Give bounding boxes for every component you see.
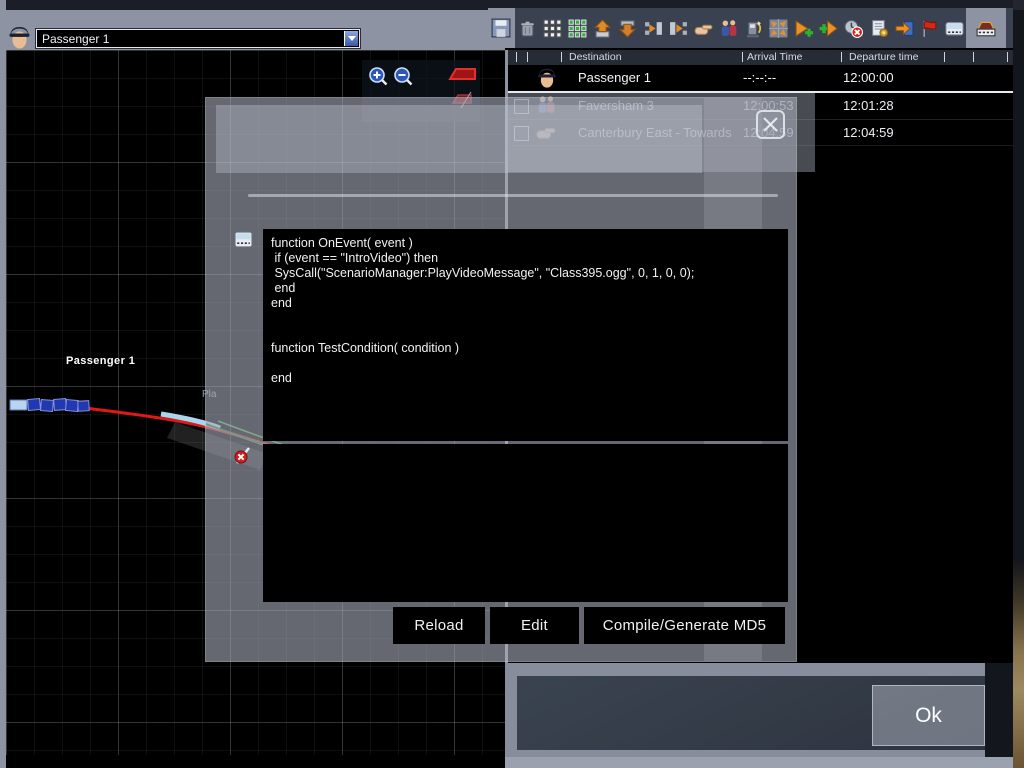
zoom-out-button[interactable] [393, 66, 414, 87]
row-destination: Passenger 1 [578, 70, 651, 85]
shift-right-icon[interactable] [644, 19, 663, 38]
col-destination: Destination [569, 51, 622, 63]
ok-button[interactable]: Ok [872, 685, 985, 746]
map-train-label: Passenger 1 [66, 355, 135, 367]
import-icon[interactable] [593, 19, 612, 38]
save-tool-tile[interactable] [488, 8, 515, 48]
delete-icon[interactable] [518, 19, 537, 38]
script-properties-icon[interactable] [870, 19, 889, 38]
compile-error-icon [233, 446, 253, 466]
add-driver-icon[interactable] [794, 19, 813, 38]
toolbar-icons [518, 8, 964, 48]
row-departure: 12:01:28 [843, 98, 894, 113]
edit-button[interactable]: Edit [490, 607, 579, 644]
script-dialog: function OnEvent( event ) if (event == "… [205, 97, 797, 662]
driver-select[interactable]: Passenger 1 [36, 29, 360, 48]
driver-select-value: Passenger 1 [37, 32, 344, 46]
green-grid-icon[interactable] [568, 19, 587, 38]
script-source-icon [234, 231, 253, 248]
col-arrival: Arrival Time [747, 51, 802, 63]
dialog-header-panel [216, 105, 702, 173]
compile-button[interactable]: Compile/Generate MD5 [584, 607, 785, 644]
insert-right-icon[interactable] [669, 19, 688, 38]
script-text: function OnEvent( event ) if (event == "… [264, 230, 787, 386]
driver-avatar-icon [536, 67, 558, 89]
add-waypoint-icon[interactable] [819, 19, 838, 38]
save-icon [491, 18, 511, 38]
footer-gap [985, 663, 1013, 757]
message-board-icon[interactable] [945, 19, 964, 38]
grid-icon[interactable] [543, 19, 562, 38]
scenario-editor-window: Passenger 1 [0, 0, 1024, 768]
tunnel-tool-tile[interactable] [966, 8, 1006, 48]
dialog-buttons: Reload Edit Compile/Generate MD5 [393, 607, 785, 644]
red-marker-icon[interactable] [448, 63, 478, 90]
col-departure: Departure time [849, 51, 918, 63]
reload-button[interactable]: Reload [393, 607, 485, 644]
row-departure: 12:00:00 [843, 70, 894, 85]
passengers-icon[interactable] [719, 19, 738, 38]
tunnel-icon [976, 18, 996, 38]
export-icon[interactable] [618, 19, 637, 38]
close-icon [758, 112, 783, 137]
timetable-header: Destination Arrival Time Departure time [508, 50, 1013, 65]
train-consist[interactable] [10, 398, 89, 411]
window-left-frame [0, 0, 6, 768]
driver-avatar-icon [7, 25, 32, 50]
center-view-icon[interactable] [769, 19, 788, 38]
window-bottom-strip [505, 757, 1013, 768]
window-right-edge [1013, 0, 1024, 768]
compile-output-area [263, 444, 788, 602]
chevron-down-icon[interactable] [344, 31, 358, 46]
script-editor-area[interactable]: function OnEvent( event ) if (event == "… [263, 229, 788, 441]
fuel-point-icon[interactable] [744, 19, 763, 38]
flag-icon[interactable] [920, 19, 939, 38]
row-arrival: --:--:-- [743, 70, 776, 85]
hand-icon[interactable] [694, 19, 713, 38]
cancel-timer-icon[interactable] [844, 19, 863, 38]
portal-exit-icon[interactable] [895, 19, 914, 38]
zoom-in-button[interactable] [368, 66, 389, 87]
close-button[interactable] [756, 110, 785, 139]
dialog-divider [248, 194, 778, 197]
row-departure: 12:04:59 [843, 125, 894, 140]
timetable-row-selected[interactable]: Passenger 1 --:--:-- 12:00:00 [508, 65, 1013, 93]
compile-output-text [263, 444, 788, 450]
